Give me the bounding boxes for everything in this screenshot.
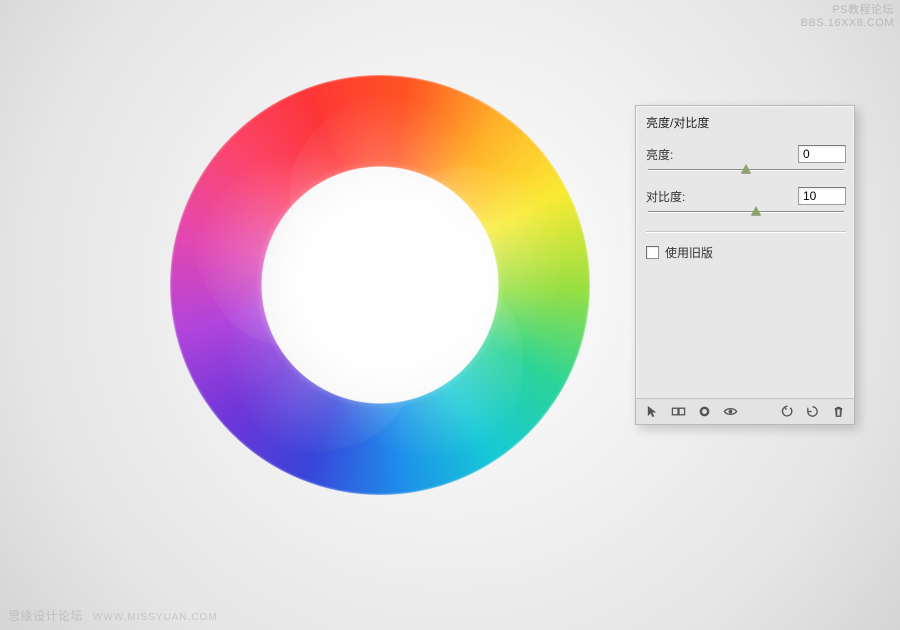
previous-state-icon[interactable] <box>778 404 794 420</box>
panel-footer <box>636 398 854 424</box>
watermark-top-line1: PS教程论坛 <box>801 4 894 17</box>
brightness-contrast-panel: 亮度/对比度 亮度: 对比度: 使用旧版 <box>635 105 855 425</box>
use-legacy-checkbox[interactable] <box>646 246 659 259</box>
contrast-thumb-icon[interactable] <box>751 206 761 215</box>
brightness-thumb-icon[interactable] <box>741 164 751 173</box>
view-states-icon[interactable] <box>670 404 686 420</box>
canvas-artwork <box>150 55 610 515</box>
contrast-input[interactable] <box>798 187 846 205</box>
brightness-slider[interactable] <box>648 163 844 177</box>
watermark-top-line2: BBS.16XX8.COM <box>801 17 894 30</box>
mask-icon[interactable] <box>696 404 712 420</box>
panel-title: 亮度/对比度 <box>636 106 854 137</box>
watermark-top-right: PS教程论坛 BBS.16XX8.COM <box>801 4 894 30</box>
delete-icon[interactable] <box>830 404 846 420</box>
brightness-row: 亮度: <box>646 141 846 183</box>
watermark-bottom-label: 思缘设计论坛 <box>8 609 83 623</box>
contrast-label: 对比度: <box>646 188 696 205</box>
separator <box>646 231 846 232</box>
use-legacy-row[interactable]: 使用旧版 <box>646 238 846 261</box>
pointer-icon[interactable] <box>644 404 660 420</box>
use-legacy-label: 使用旧版 <box>665 244 713 261</box>
contrast-slider[interactable] <box>648 205 844 219</box>
contrast-row: 对比度: <box>646 183 846 225</box>
brightness-label: 亮度: <box>646 146 696 163</box>
color-ring <box>170 75 590 495</box>
brightness-input[interactable] <box>798 145 846 163</box>
watermark-bottom-url: WWW.MISSYUAN.COM <box>93 612 218 623</box>
watermark-bottom-left: 思缘设计论坛 WWW.MISSYUAN.COM <box>8 607 218 624</box>
visibility-icon[interactable] <box>722 404 738 420</box>
reset-icon[interactable] <box>804 404 820 420</box>
